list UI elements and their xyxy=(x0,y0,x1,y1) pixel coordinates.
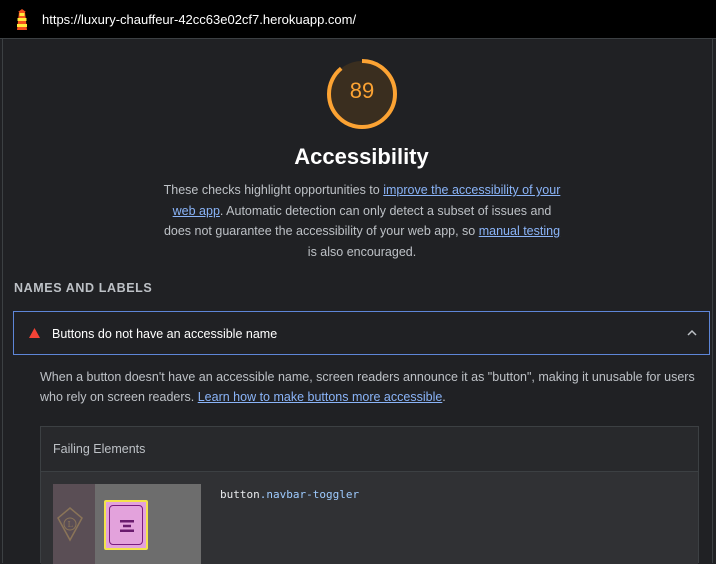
category-description: These checks highlight opportunities to … xyxy=(160,180,564,262)
category-desc-text: These checks highlight opportunities to xyxy=(163,183,384,197)
left-border xyxy=(2,39,3,563)
page-url: https://luxury-chauffeur-42cc63e02cf7.he… xyxy=(42,12,357,27)
audit-header-buttons-name[interactable]: Buttons do not have an accessible name xyxy=(13,311,710,355)
audit-description: When a button doesn't have an accessible… xyxy=(40,367,696,407)
manual-testing-link[interactable]: manual testing xyxy=(479,224,560,238)
chevron-up-icon[interactable] xyxy=(686,328,698,338)
table-row[interactable]: L button.navbar-toggler xyxy=(41,472,698,564)
svg-text:L: L xyxy=(68,520,74,529)
selector-class: .navbar-toggler xyxy=(259,488,360,501)
category-title: Accessibility xyxy=(294,144,429,169)
element-screenshot-thumbnail[interactable]: L xyxy=(53,484,201,564)
score-value: 89 xyxy=(349,78,375,103)
element-selector: button.navbar-toggler xyxy=(220,488,359,501)
category-desc-text: is also encouraged. xyxy=(307,244,417,259)
lighthouse-icon xyxy=(17,9,27,30)
right-border xyxy=(712,39,713,563)
failing-elements-label: Failing Elements xyxy=(53,442,146,456)
thumbnail-background: L xyxy=(53,484,95,564)
address-bar: https://luxury-chauffeur-42cc63e02cf7.he… xyxy=(0,0,716,39)
group-title: NAMES AND LABELS xyxy=(14,281,153,295)
learn-more-link[interactable]: Learn how to make buttons more accessibl… xyxy=(198,390,443,404)
selector-tag: button xyxy=(220,488,260,501)
failing-elements-header: Failing Elements xyxy=(41,427,698,472)
navbar-toggler-preview xyxy=(109,505,143,545)
crest-logo-icon: L xyxy=(57,507,83,542)
failing-elements-table: Failing Elements L button.navbar-toggler xyxy=(40,426,699,564)
warning-triangle-icon xyxy=(29,328,40,338)
audit-desc-text: . xyxy=(442,390,446,404)
hamburger-menu-icon xyxy=(120,520,134,532)
audit-title: Buttons do not have an accessible name xyxy=(52,327,278,341)
highlighted-button-preview xyxy=(104,500,148,550)
